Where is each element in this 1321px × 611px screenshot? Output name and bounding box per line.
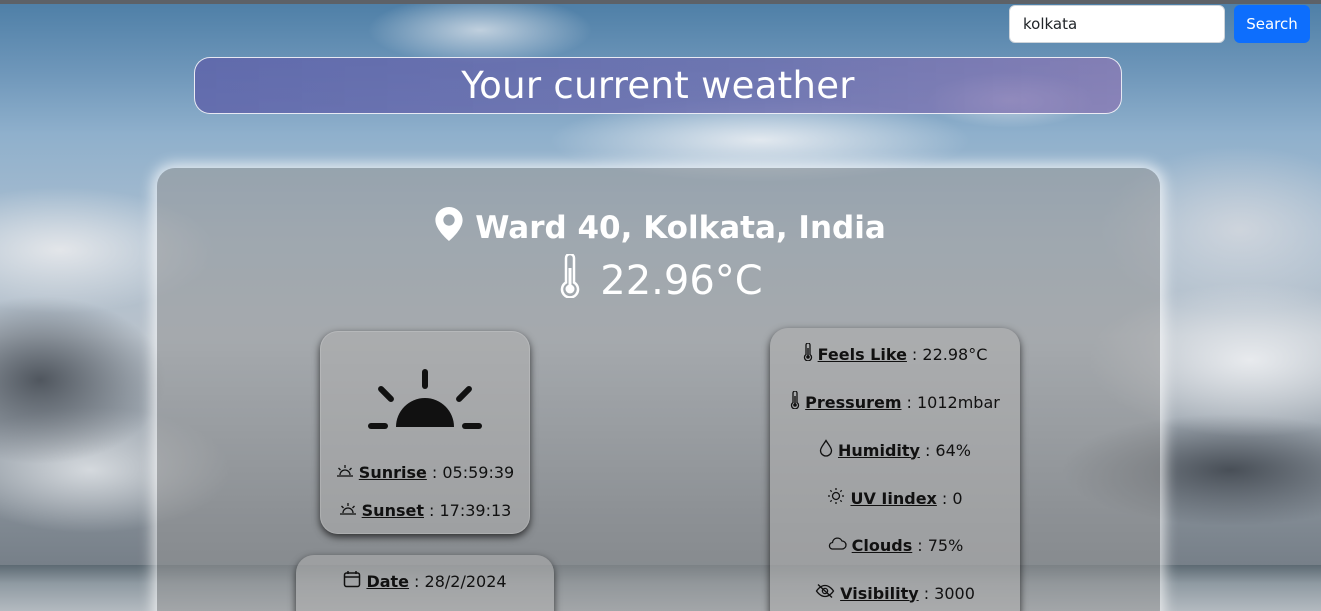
sunset-icon [339, 501, 357, 520]
map-pin-icon [435, 207, 463, 249]
sunset-value: : 17:39:13 [428, 501, 512, 520]
location-name: Ward 40, Kolkata, India [475, 210, 886, 246]
calendar-icon [343, 570, 361, 592]
weather-stats-card: Feels Like : 22.98°C Pressurem : 1012mba… [770, 328, 1020, 611]
date-label: Date [366, 571, 410, 591]
stat-row-visibility: Visibility : 3000 [770, 583, 1020, 603]
location-heading: Ward 40, Kolkata, India [0, 207, 1321, 249]
stat-value: : 3000 [923, 583, 975, 603]
search-input[interactable] [1009, 5, 1225, 43]
stat-label: Pressurem [805, 392, 902, 412]
stat-label: UV Iindex [850, 488, 937, 508]
stat-row-pressure: Pressurem : 1012mbar [770, 390, 1020, 413]
stat-row-feels-like: Feels Like : 22.98°C [770, 342, 1020, 365]
stat-row-clouds: Clouds : 75% [770, 535, 1020, 555]
thermometer-icon [558, 252, 582, 308]
sunset-label: Sunset [361, 501, 424, 520]
droplet-icon [819, 439, 833, 461]
sunrise-large-icon [366, 367, 484, 437]
sunset-row: Sunset : 17:39:13 [320, 501, 530, 520]
stat-value: : 22.98°C [911, 344, 988, 364]
sunrise-value: : 05:59:39 [431, 463, 515, 482]
temperature-display: 22.96°C [0, 252, 1321, 308]
stat-row-humidity: Humidity : 64% [770, 439, 1020, 461]
stat-label: Humidity [838, 440, 920, 460]
date-card: Date : 28/2/2024 [296, 555, 554, 611]
browser-top-border [0, 0, 1321, 4]
page-title: Your current weather [461, 64, 855, 107]
stat-label: Visibility [840, 583, 919, 603]
stat-value: : 1012mbar [906, 392, 1000, 412]
stat-label: Clouds [851, 535, 913, 555]
stat-label: Feels Like [817, 344, 907, 364]
search-button[interactable]: Search [1234, 5, 1310, 43]
eye-slash-icon [815, 583, 835, 603]
thermometer-icon [803, 342, 813, 365]
temperature-value: 22.96°C [600, 258, 763, 304]
sunrise-row: Sunrise : 05:59:39 [320, 463, 530, 482]
sun-icon [827, 487, 845, 509]
date-row: Date : 28/2/2024 [296, 570, 554, 592]
stat-row-uv-index: UV Iindex : 0 [770, 487, 1020, 509]
stat-value: : 0 [941, 488, 963, 508]
sun-times-card: Sunrise : 05:59:39 Sunset : 17:39:13 [320, 331, 530, 534]
thermometer-icon [790, 390, 800, 413]
cloud-icon [827, 535, 847, 555]
sunrise-label: Sunrise [358, 463, 427, 482]
date-value: : 28/2/2024 [414, 571, 507, 591]
stat-value: : 64% [924, 440, 971, 460]
stat-value: : 75% [917, 535, 964, 555]
search-bar: Search [1009, 5, 1310, 43]
sunrise-icon [336, 463, 354, 482]
page-header: Your current weather [194, 57, 1122, 114]
